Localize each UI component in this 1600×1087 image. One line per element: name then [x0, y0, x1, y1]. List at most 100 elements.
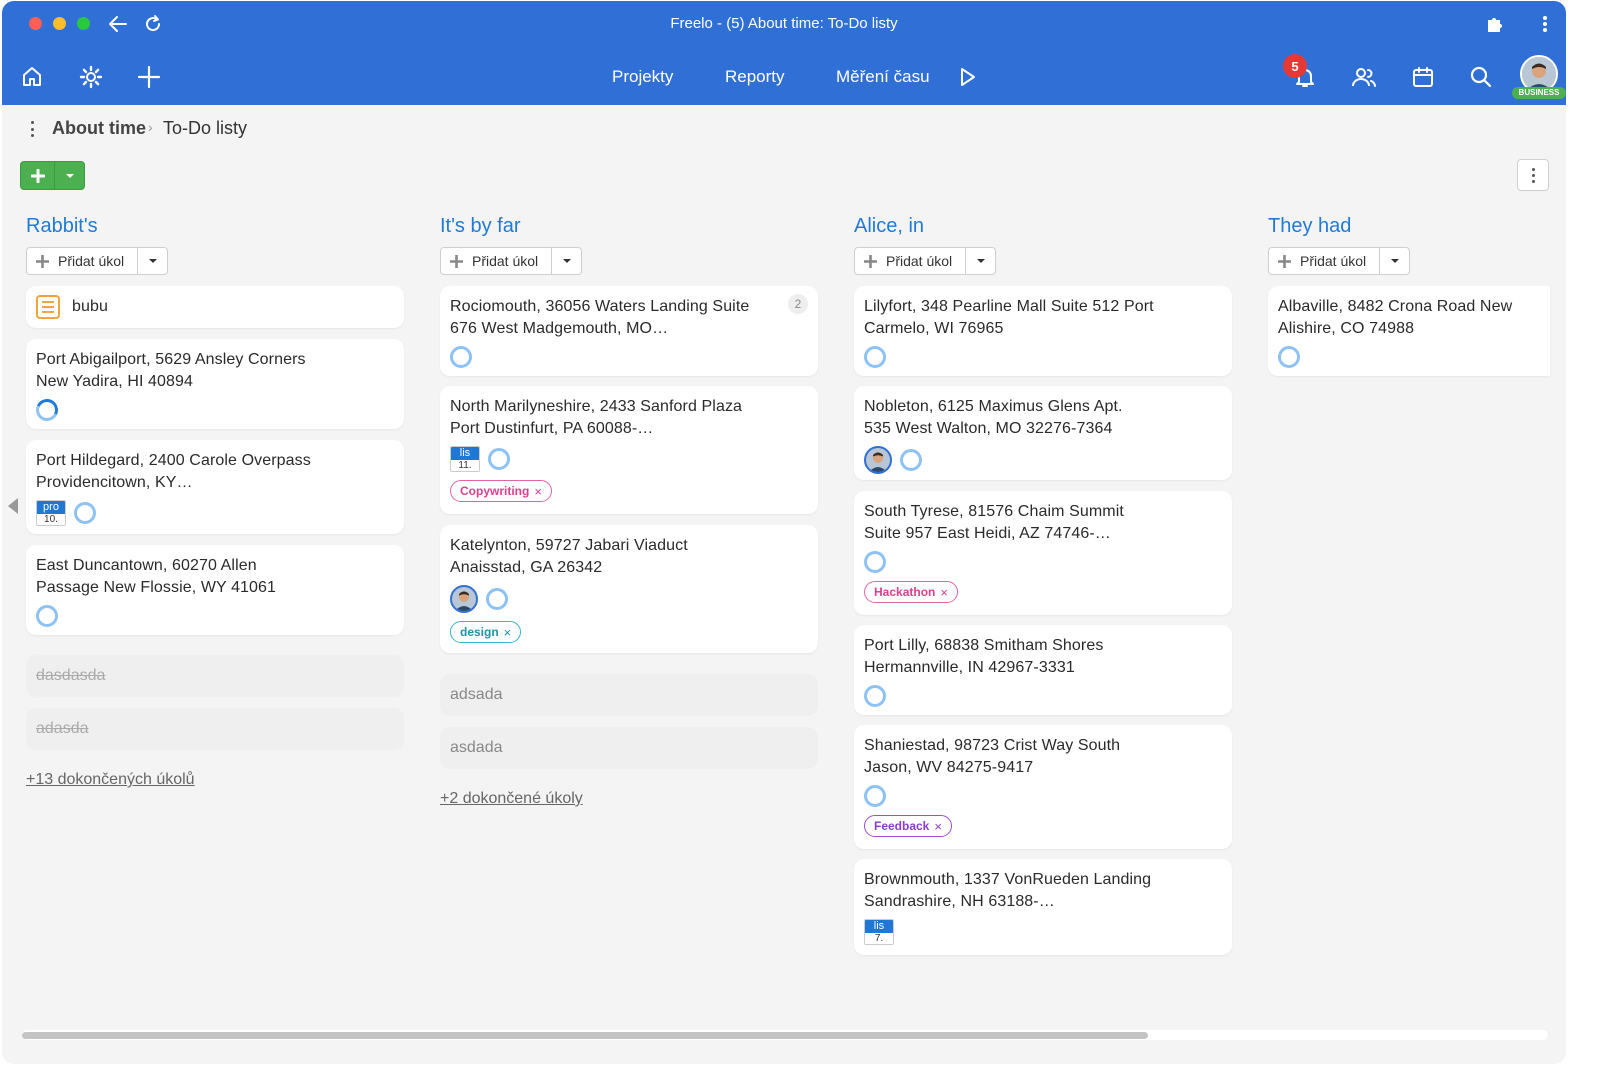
- label-tag[interactable]: Copywriting ×: [450, 480, 552, 502]
- label-tag[interactable]: Hackathon ×: [864, 581, 958, 603]
- home-icon[interactable]: [17, 62, 47, 92]
- add-todo-list-button[interactable]: [20, 161, 85, 190]
- business-plan-badge: BUSINESS: [1512, 87, 1566, 99]
- caret-down-icon[interactable]: [138, 248, 167, 274]
- task-complete-circle-icon[interactable]: [864, 551, 886, 573]
- task-complete-circle-icon[interactable]: [1278, 346, 1300, 368]
- remove-tag-icon[interactable]: ×: [940, 585, 948, 600]
- done-task-item[interactable]: adasda: [26, 708, 404, 750]
- task-progress-icon[interactable]: [32, 395, 62, 425]
- task-card[interactable]: 2 Rociomouth, 36056 Waters Landing Suite…: [440, 286, 818, 376]
- task-title: Katelynton, 59727 Jabari Viaduct Anaisst…: [450, 537, 688, 576]
- column-title[interactable]: It's by far: [440, 213, 818, 239]
- calendar-icon[interactable]: [1408, 62, 1438, 92]
- todo-column: It's by far Přidat úkol 2 Rociomouth, 36…: [440, 213, 818, 807]
- add-task-main[interactable]: Přidat úkol: [441, 248, 552, 274]
- done-task-item[interactable]: dasdasda: [26, 655, 404, 697]
- task-item[interactable]: asdada: [440, 727, 818, 769]
- task-card[interactable]: Port Abigailport, 5629 Ansley Corners Ne…: [26, 339, 404, 429]
- tag-label: design: [460, 625, 499, 639]
- task-card[interactable]: Nobleton, 6125 Maximus Glens Apt. 535 We…: [854, 386, 1232, 480]
- breadcrumb-project[interactable]: About time: [52, 118, 146, 139]
- task-title: Port Hildegard, 2400 Carole Overpass Pro…: [36, 452, 311, 491]
- task-complete-circle-icon[interactable]: [74, 502, 96, 524]
- note-icon: [36, 295, 60, 319]
- extensions-puzzle-icon[interactable]: [1482, 11, 1508, 37]
- add-task-button[interactable]: Přidat úkol: [440, 247, 582, 275]
- search-icon[interactable]: [1466, 62, 1496, 92]
- task-complete-circle-icon[interactable]: [488, 448, 510, 470]
- completed-tasks-link[interactable]: +13 dokončených úkolů: [26, 771, 195, 789]
- app-window: Freelo - (5) About time: To-Do listy Pro…: [2, 1, 1566, 1064]
- add-task-button[interactable]: Přidat úkol: [854, 247, 996, 275]
- main-navbar: Projekty Reporty Měření času 5 BUSINESS: [2, 47, 1566, 105]
- add-task-button[interactable]: Přidat úkol: [1268, 247, 1410, 275]
- task-item[interactable]: adsada: [440, 674, 818, 716]
- task-card[interactable]: Brownmouth, 1337 VonRueden Landing Sandr…: [854, 859, 1232, 955]
- remove-tag-icon[interactable]: ×: [534, 484, 542, 499]
- task-complete-circle-icon[interactable]: [486, 588, 508, 610]
- remove-tag-icon[interactable]: ×: [934, 819, 942, 834]
- task-card[interactable]: Shaniestad, 98723 Crist Way South Jason,…: [854, 725, 1232, 849]
- task-complete-circle-icon[interactable]: [450, 346, 472, 368]
- add-task-main[interactable]: Přidat úkol: [855, 248, 966, 274]
- column-title[interactable]: Alice, in: [854, 213, 1232, 239]
- task-title: South Tyrese, 81576 Chaim Summit Suite 9…: [864, 503, 1124, 542]
- plus-icon: [1278, 254, 1291, 268]
- task-complete-circle-icon[interactable]: [864, 685, 886, 707]
- settings-gear-icon[interactable]: [76, 62, 106, 92]
- plus-icon: [450, 254, 463, 268]
- task-title: East Duncantown, 60270 Allen Passage New…: [36, 557, 277, 596]
- task-card[interactable]: North Marilyneshire, 2433 Sanford Plaza …: [440, 386, 818, 514]
- task-complete-circle-icon[interactable]: [36, 605, 58, 627]
- task-complete-circle-icon[interactable]: [864, 785, 886, 807]
- task-card[interactable]: Port Lilly, 68838 Smitham Shores Hermann…: [854, 625, 1232, 715]
- task-card[interactable]: Port Hildegard, 2400 Carole Overpass Pro…: [26, 440, 404, 534]
- board-options-kebab-icon[interactable]: [1517, 159, 1549, 191]
- due-date-calendar-icon: lis 11.: [450, 446, 480, 472]
- label-tag[interactable]: Feedback ×: [864, 815, 952, 837]
- task-card[interactable]: Katelynton, 59727 Jabari Viaduct Anaisst…: [440, 525, 818, 653]
- add-plus-icon[interactable]: [134, 62, 164, 92]
- label-tag[interactable]: design ×: [450, 621, 522, 643]
- nav-link-time-tracking[interactable]: Měření času: [836, 67, 930, 87]
- assignee-avatar[interactable]: [864, 446, 892, 474]
- caret-down-icon[interactable]: [1380, 248, 1409, 274]
- assignee-avatar[interactable]: [450, 585, 478, 613]
- scroll-left-arrow-icon[interactable]: [8, 498, 18, 514]
- plus-icon[interactable]: [21, 162, 55, 189]
- browser-menu-icon[interactable]: [1532, 11, 1558, 37]
- due-date-calendar-icon: pro 10.: [36, 500, 66, 526]
- task-complete-circle-icon[interactable]: [864, 346, 886, 368]
- breadcrumb-page: To-Do listy: [163, 118, 248, 138]
- task-card[interactable]: bubu: [26, 286, 404, 328]
- column-title[interactable]: Rabbit's: [26, 213, 404, 239]
- remove-tag-icon[interactable]: ×: [504, 625, 512, 640]
- add-task-main[interactable]: Přidat úkol: [27, 248, 138, 274]
- caret-down-icon[interactable]: [55, 162, 84, 189]
- task-complete-circle-icon[interactable]: [900, 449, 922, 471]
- todo-column: Alice, in Přidat úkol Lilyfort, 348 Pear…: [854, 213, 1232, 955]
- nav-link-projects[interactable]: Projekty: [612, 67, 673, 87]
- task-card[interactable]: Albaville, 8482 Crona Road New Alishire,…: [1268, 286, 1550, 376]
- horizontal-scrollbar-thumb[interactable]: [22, 1032, 1148, 1039]
- task-title: Port Abigailport, 5629 Ansley Corners Ne…: [36, 351, 306, 390]
- window-title: Freelo - (5) About time: To-Do listy: [670, 15, 898, 32]
- caret-down-icon[interactable]: [966, 248, 995, 274]
- add-task-button[interactable]: Přidat úkol: [26, 247, 168, 275]
- completed-tasks-link[interactable]: +2 dokončené úkoly: [440, 790, 583, 808]
- project-menu-kebab-icon[interactable]: [26, 119, 38, 139]
- tag-label: Copywriting: [460, 484, 530, 498]
- team-users-icon[interactable]: [1349, 62, 1379, 92]
- caret-down-icon[interactable]: [552, 248, 581, 274]
- todo-column: They had Přidat úkol Albaville, 8482 Cro…: [1268, 213, 1550, 376]
- task-title: Albaville, 8482 Crona Road New Alishire,…: [1278, 298, 1513, 337]
- task-card[interactable]: Lilyfort, 348 Pearline Mall Suite 512 Po…: [854, 286, 1232, 376]
- task-card[interactable]: East Duncantown, 60270 Allen Passage New…: [26, 545, 404, 635]
- nav-link-reports[interactable]: Reporty: [725, 67, 785, 87]
- add-task-main[interactable]: Přidat úkol: [1269, 248, 1380, 274]
- notifications-count-badge: 5: [1283, 54, 1307, 78]
- column-title[interactable]: They had: [1268, 213, 1550, 239]
- task-card[interactable]: South Tyrese, 81576 Chaim Summit Suite 9…: [854, 491, 1232, 615]
- play-timer-icon[interactable]: [952, 62, 982, 92]
